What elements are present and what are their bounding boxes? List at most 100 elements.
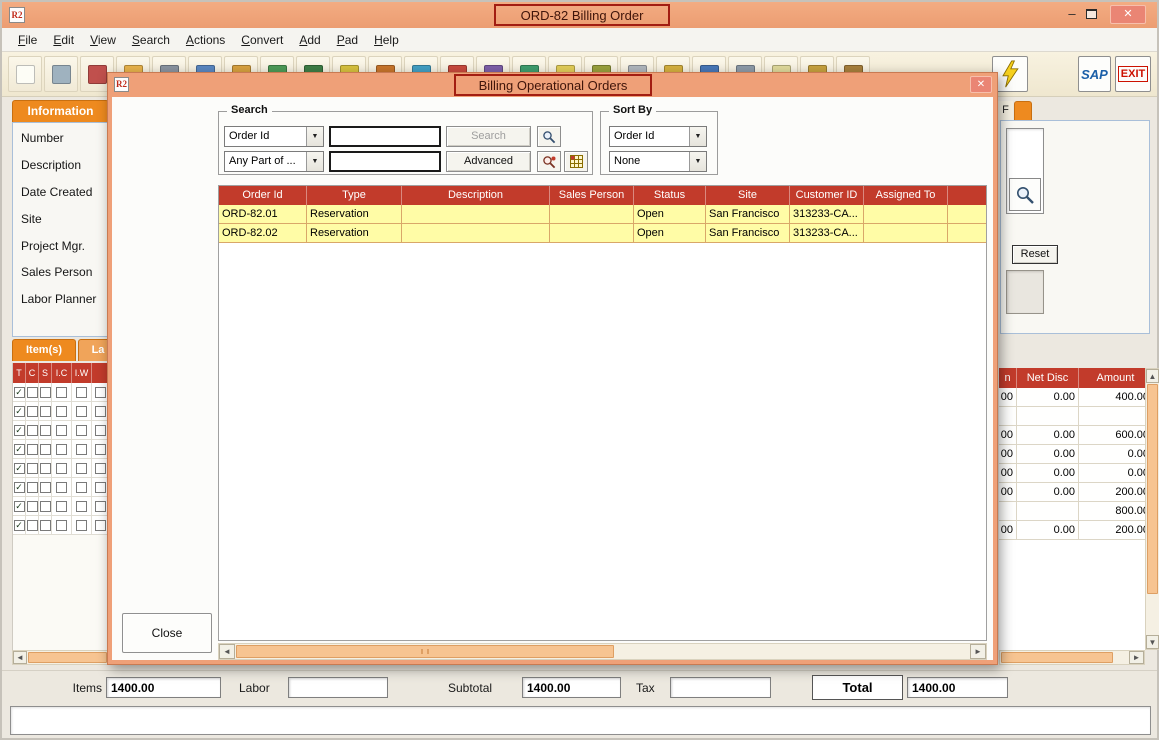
dropdown-arrow-icon[interactable]: ▼: [306, 152, 323, 171]
scroll-up-icon[interactable]: ▲: [1146, 369, 1159, 383]
item-checkbox[interactable]: ✓: [14, 482, 25, 493]
item-checkbox[interactable]: [76, 444, 87, 455]
menu-item-add[interactable]: Add: [291, 30, 328, 50]
item-row[interactable]: ✓: [13, 459, 108, 478]
item-column-header[interactable]: C: [26, 363, 39, 383]
menu-item-edit[interactable]: Edit: [45, 30, 82, 50]
item-checkbox[interactable]: ✓: [14, 444, 25, 455]
dialog-scroll-thumb[interactable]: [236, 645, 614, 658]
item-checkbox[interactable]: [27, 482, 38, 493]
amount-column-header[interactable]: n: [999, 368, 1017, 388]
item-checkbox[interactable]: [56, 501, 67, 512]
order-column-header[interactable]: Description: [402, 186, 550, 205]
amount-row[interactable]: 000.000.00: [999, 445, 1145, 464]
item-row[interactable]: ✓: [13, 516, 108, 535]
dropdown-arrow-icon[interactable]: ▼: [689, 127, 706, 146]
item-checkbox[interactable]: [56, 444, 67, 455]
tab-information[interactable]: Information: [12, 100, 109, 122]
amount-row[interactable]: 800.00: [999, 502, 1145, 521]
item-checkbox[interactable]: [56, 482, 67, 493]
item-checkbox[interactable]: [40, 387, 51, 398]
item-column-header[interactable]: S: [39, 363, 52, 383]
item-checkbox[interactable]: ✓: [14, 406, 25, 417]
search-field-combobox[interactable]: Order Id ▼: [224, 126, 324, 147]
item-checkbox[interactable]: [76, 520, 87, 531]
scroll-right-icon[interactable]: ►: [1129, 651, 1144, 664]
item-row[interactable]: ✓: [13, 402, 108, 421]
find-button[interactable]: [537, 126, 561, 147]
item-checkbox[interactable]: [76, 463, 87, 474]
tab-remnant-next[interactable]: [1014, 101, 1032, 120]
menu-item-file[interactable]: File: [10, 30, 45, 50]
item-checkbox[interactable]: ✓: [14, 387, 25, 398]
order-row[interactable]: ORD-82.02ReservationOpenSan Francisco313…: [219, 224, 986, 243]
item-checkbox[interactable]: [40, 425, 51, 436]
minimize-button[interactable]: –: [1062, 6, 1082, 21]
tab-remnant[interactable]: F: [998, 101, 1013, 120]
item-row[interactable]: ✓: [13, 421, 108, 440]
sort-secondary-combobox[interactable]: None ▼: [609, 151, 707, 172]
item-checkbox[interactable]: [95, 463, 106, 474]
grid-options-button[interactable]: [564, 151, 588, 172]
order-column-header[interactable]: Customer ID: [790, 186, 864, 205]
item-checkbox[interactable]: [76, 425, 87, 436]
item-checkbox[interactable]: [56, 520, 67, 531]
item-checkbox[interactable]: [95, 501, 106, 512]
close-button[interactable]: ✕: [1110, 5, 1146, 24]
horizontal-scroll-thumb[interactable]: [1001, 652, 1113, 663]
amount-column-header[interactable]: Amount: [1079, 368, 1145, 388]
item-checkbox[interactable]: [27, 463, 38, 474]
order-column-header[interactable]: Assigned To: [864, 186, 948, 205]
item-checkbox[interactable]: [56, 387, 67, 398]
search-mode-combobox[interactable]: Any Part of ... ▼: [224, 151, 324, 172]
item-checkbox[interactable]: [95, 520, 106, 531]
dialog-close-action-button[interactable]: Close: [122, 613, 212, 653]
order-column-header[interactable]: Order Id: [219, 186, 307, 205]
sort-primary-combobox[interactable]: Order Id ▼: [609, 126, 707, 147]
item-checkbox[interactable]: [40, 520, 51, 531]
order-column-header[interactable]: Type: [307, 186, 402, 205]
item-checkbox[interactable]: [95, 482, 106, 493]
item-checkbox[interactable]: [27, 406, 38, 417]
item-checkbox[interactable]: [56, 463, 67, 474]
item-checkbox[interactable]: [56, 425, 67, 436]
item-checkbox[interactable]: [27, 387, 38, 398]
item-checkbox[interactable]: [40, 501, 51, 512]
item-row[interactable]: ✓: [13, 440, 108, 459]
item-checkbox[interactable]: ✓: [14, 463, 25, 474]
dialog-horizontal-scrollbar[interactable]: ◄ ►: [218, 643, 987, 660]
item-checkbox[interactable]: [40, 463, 51, 474]
sap-button[interactable]: SAP: [1078, 56, 1111, 92]
order-column-header[interactable]: Site: [706, 186, 790, 205]
item-column-header[interactable]: [92, 363, 108, 383]
tab-items[interactable]: Item(s): [12, 339, 76, 361]
new-document-icon[interactable]: [8, 56, 42, 92]
item-checkbox[interactable]: [27, 425, 38, 436]
item-row[interactable]: ✓: [13, 478, 108, 497]
item-column-header[interactable]: I.C: [52, 363, 72, 383]
horizontal-scrollbar-right[interactable]: ►: [999, 650, 1145, 665]
item-checkbox[interactable]: [40, 406, 51, 417]
menu-item-search[interactable]: Search: [124, 30, 178, 50]
amount-row[interactable]: 000.00200.00: [999, 483, 1145, 502]
print-icon[interactable]: [44, 56, 78, 92]
order-column-header[interactable]: Sales Person: [550, 186, 634, 205]
scroll-down-icon[interactable]: ▼: [1146, 635, 1159, 649]
item-checkbox[interactable]: ✓: [14, 425, 25, 436]
vertical-scrollbar[interactable]: ▲ ▼: [1145, 368, 1159, 650]
amount-row[interactable]: [999, 407, 1145, 426]
item-checkbox[interactable]: [76, 406, 87, 417]
item-column-header[interactable]: I.W: [72, 363, 92, 383]
menu-item-pad[interactable]: Pad: [329, 30, 366, 50]
search-button[interactable]: Search: [446, 126, 531, 147]
item-checkbox[interactable]: [95, 444, 106, 455]
amount-row[interactable]: 000.00200.00: [999, 521, 1145, 540]
horizontal-scrollbar-left[interactable]: ◄: [12, 650, 108, 665]
amount-column-header[interactable]: Net Disc: [1017, 368, 1079, 388]
vertical-scroll-thumb[interactable]: [1147, 384, 1158, 594]
item-row[interactable]: ✓: [13, 383, 108, 402]
item-checkbox[interactable]: [27, 520, 38, 531]
item-column-header[interactable]: T: [13, 363, 26, 383]
item-checkbox[interactable]: [76, 387, 87, 398]
item-checkbox[interactable]: [56, 406, 67, 417]
